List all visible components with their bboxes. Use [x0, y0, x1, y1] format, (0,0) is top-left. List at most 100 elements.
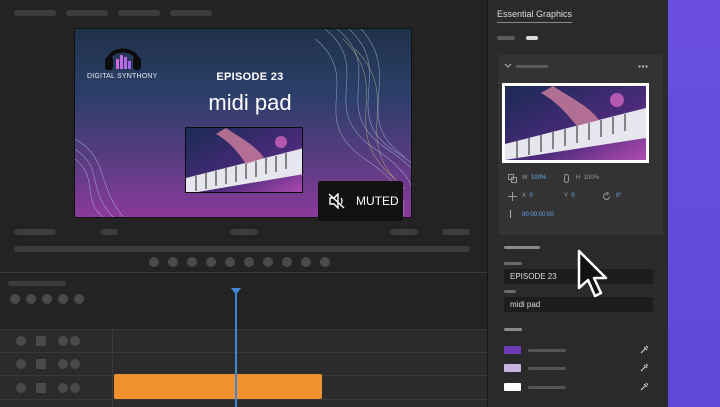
timeline-tool-button[interactable] — [42, 294, 52, 304]
time-indicator — [510, 210, 511, 218]
height-property: H 100% — [576, 175, 599, 181]
time-property: 00:00:00:00 — [522, 212, 554, 218]
y-label: Y — [564, 193, 569, 199]
timeline-tool-button[interactable] — [74, 294, 84, 304]
speaker-muted-icon — [328, 193, 345, 209]
constrain-proportions-icon[interactable] — [564, 174, 569, 183]
eyedropper-icon[interactable] — [640, 363, 649, 372]
x-label: X — [522, 193, 527, 199]
brand-logo-text: DIGITAL SYNTHONY — [87, 73, 158, 80]
height-label: H — [576, 175, 581, 181]
muted-badge[interactable]: MUTED — [318, 181, 403, 221]
x-position-property: X 0 — [522, 193, 533, 199]
side-color-strip — [668, 0, 720, 407]
transport-controls — [0, 224, 487, 272]
transport-button[interactable] — [244, 257, 254, 267]
link-icon[interactable] — [508, 174, 517, 183]
time-value[interactable]: 00:00:00:00 — [522, 212, 554, 218]
swatch-label-placeholder — [528, 386, 566, 389]
width-label: W — [522, 175, 528, 181]
x-value[interactable]: 0 — [529, 193, 532, 199]
control-placeholder[interactable] — [230, 229, 258, 235]
transport-button[interactable] — [320, 257, 330, 267]
chevron-down-icon[interactable] — [504, 63, 512, 69]
muted-label: MUTED — [356, 194, 399, 208]
transport-button[interactable] — [187, 257, 197, 267]
timeline-tool-button[interactable] — [58, 294, 68, 304]
panel-tab-edit[interactable] — [526, 36, 538, 40]
rotation-property: 0° — [616, 193, 622, 199]
transport-button[interactable] — [263, 257, 273, 267]
eyedropper-icon[interactable] — [640, 382, 649, 391]
playhead[interactable] — [235, 292, 237, 407]
color-swatch-lavender[interactable] — [504, 364, 521, 372]
editor-main-area: DIGITAL SYNTHONY EPISODE 23 midi pad MUT… — [0, 0, 487, 407]
scrub-bar[interactable] — [14, 246, 470, 252]
essential-graphics-panel: Essential Graphics W 100% H 100% X 0 Y 0… — [487, 0, 668, 407]
track-toggle[interactable] — [58, 383, 68, 393]
timecode-placeholder — [14, 229, 56, 235]
swatch-label-placeholder — [528, 367, 566, 370]
colors-heading-placeholder — [504, 328, 522, 331]
transport-button[interactable] — [168, 257, 178, 267]
control-placeholder[interactable] — [390, 229, 418, 235]
pointer-cursor-icon — [577, 249, 608, 298]
control-placeholder[interactable] — [442, 229, 470, 235]
timeline-track[interactable] — [0, 352, 487, 375]
timeline-tool-button[interactable] — [10, 294, 20, 304]
episode-label: EPISODE 23 — [216, 71, 284, 83]
timeline-track[interactable] — [0, 329, 487, 352]
track-toggle[interactable] — [58, 359, 68, 369]
transport-button[interactable] — [206, 257, 216, 267]
width-value[interactable]: 100% — [531, 175, 546, 181]
move-icon — [508, 192, 517, 201]
track-toggle[interactable] — [70, 336, 80, 346]
track-toggle[interactable] — [58, 336, 68, 346]
y-position-property: Y 0 — [564, 193, 575, 199]
rotation-value[interactable]: 0° — [616, 193, 622, 199]
brand-logo: DIGITAL SYNTHONY — [87, 39, 157, 80]
track-toggle[interactable] — [16, 383, 26, 393]
color-swatch-purple[interactable] — [504, 346, 521, 354]
monitor-toolbar — [0, 0, 487, 28]
track-toggle[interactable] — [70, 359, 80, 369]
width-property: W 100% — [522, 175, 546, 181]
track-header — [0, 400, 113, 407]
swatch-label-placeholder — [528, 349, 566, 352]
more-icon[interactable] — [638, 65, 648, 68]
transport-button[interactable] — [301, 257, 311, 267]
timeline-track[interactable] — [0, 399, 487, 407]
track-toggle[interactable] — [16, 359, 26, 369]
layer-thumbnail — [502, 83, 649, 163]
transport-button[interactable] — [225, 257, 235, 267]
timeline-header-placeholder — [8, 281, 66, 286]
track-toggle[interactable] — [16, 336, 26, 346]
timeline-tool-button[interactable] — [26, 294, 36, 304]
height-value[interactable]: 100% — [584, 175, 599, 181]
track-toggle[interactable] — [70, 383, 80, 393]
rotate-icon — [603, 192, 610, 200]
toolbar-placeholder[interactable] — [118, 10, 160, 16]
layer-card: W 100% H 100% X 0 Y 0 0° 00:00:00:00 — [498, 55, 663, 235]
video-editor-screen: DIGITAL SYNTHONY EPISODE 23 midi pad MUT… — [0, 0, 720, 407]
toolbar-placeholder[interactable] — [14, 10, 56, 16]
section-heading-placeholder — [504, 246, 540, 249]
color-swatch-white[interactable] — [504, 383, 521, 391]
track-lock-toggle[interactable] — [36, 359, 46, 369]
eyedropper-icon[interactable] — [640, 345, 649, 354]
track-lock-toggle[interactable] — [36, 383, 46, 393]
field-label-placeholder — [504, 262, 522, 265]
track-lock-toggle[interactable] — [36, 336, 46, 346]
panel-title[interactable]: Essential Graphics — [497, 9, 573, 23]
y-value[interactable]: 0 — [571, 193, 574, 199]
control-placeholder[interactable] — [100, 229, 118, 235]
transport-button[interactable] — [282, 257, 292, 267]
transport-button[interactable] — [149, 257, 159, 267]
graphics-clip[interactable] — [114, 374, 322, 399]
panel-tab-browse[interactable] — [497, 36, 515, 40]
headphones-icon — [105, 48, 141, 70]
track-header — [0, 330, 113, 352]
video-thumbnail — [185, 127, 303, 193]
toolbar-placeholder[interactable] — [170, 10, 212, 16]
toolbar-placeholder[interactable] — [66, 10, 108, 16]
